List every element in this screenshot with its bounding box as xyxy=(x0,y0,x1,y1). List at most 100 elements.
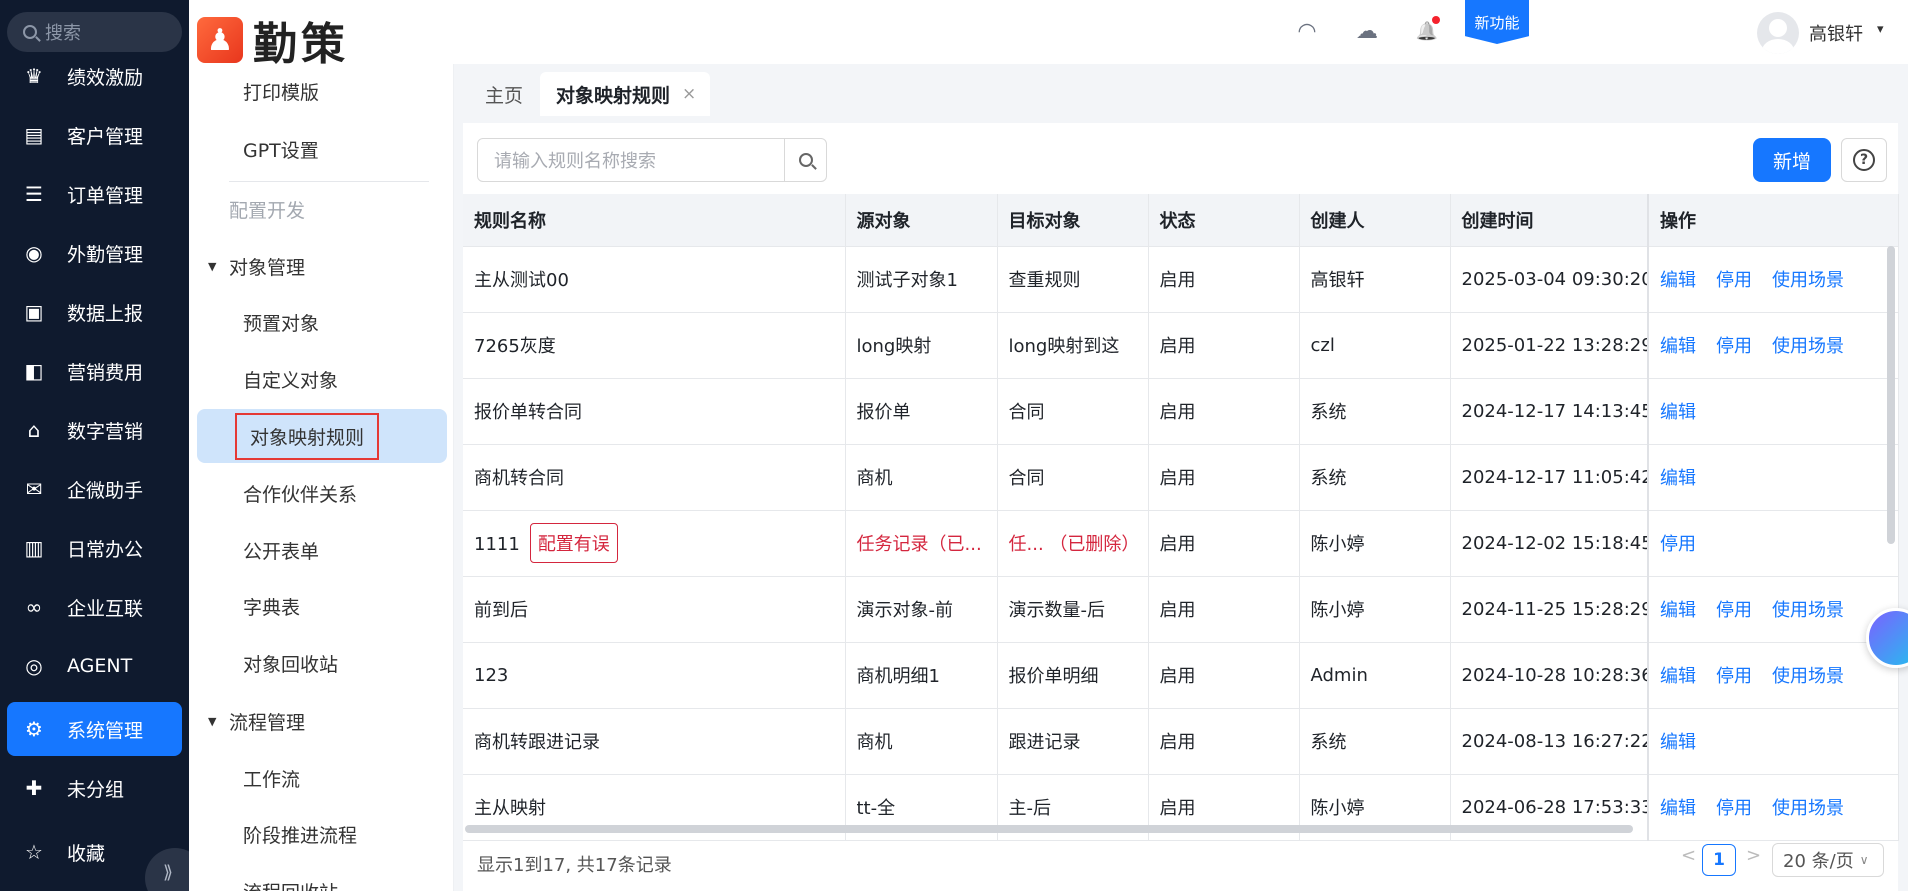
sidebar-search-placeholder: 搜索 xyxy=(45,23,81,44)
sidebar-item-label: 日常办公 xyxy=(67,538,144,561)
subnav-item-label: 自定义对象 xyxy=(243,369,339,392)
subnav-item-8[interactable]: 公开表单 xyxy=(189,523,453,577)
sidebar-item-8[interactable]: ▥ 日常办公 xyxy=(7,521,182,575)
config-error-badge[interactable]: 配置有误 xyxy=(529,523,618,563)
row-action-link[interactable]: 使用场景 xyxy=(1772,600,1844,621)
add-button[interactable]: 新增 xyxy=(1753,138,1831,182)
horizontal-scrollbar[interactable] xyxy=(465,825,1633,833)
table-row[interactable]: 7265灰度 long映射 long映射到这 启用 czl 2025-01-22 13:2… xyxy=(463,312,1899,379)
sidebar-item-3[interactable]: ◉ 外勤管理 xyxy=(7,226,182,280)
sidebar-item-6[interactable]: ⌂ 数字营销 xyxy=(7,403,182,457)
subnav-item-5[interactable]: 自定义对象 xyxy=(189,352,453,406)
subnav-item-3[interactable]: ▼ 对象管理 xyxy=(189,239,453,293)
sidebar-item-2[interactable]: ☰ 订单管理 xyxy=(7,167,182,221)
subnav-item-14[interactable]: 流程回收站 xyxy=(189,864,453,891)
subnav-item-label: 阶段推进流程 xyxy=(243,824,358,847)
row-action-link[interactable]: 编辑 xyxy=(1660,468,1696,489)
top-bar: ♟ 勤策 新功能 ◠ ☁ 🔔 高银轩 ▾ xyxy=(189,0,1908,70)
sidebar-search-input[interactable]: 搜索 xyxy=(7,12,182,52)
avatar[interactable] xyxy=(1757,12,1799,54)
table-row[interactable]: 前到后 演示对象-前 演示数量-后 启用 陈小婷 2024-11-25 15:28:29 编… xyxy=(463,576,1899,643)
subnav-item-4[interactable]: 预置对象 xyxy=(189,295,453,349)
sidebar-item-5[interactable]: ◧ 营销费用 xyxy=(7,344,182,398)
sidebar-item-7[interactable]: ✉ 企微助手 xyxy=(7,462,182,516)
row-action-link[interactable]: 编辑 xyxy=(1660,600,1696,621)
row-action-link[interactable]: 使用场景 xyxy=(1772,798,1844,819)
row-action-link[interactable]: 使用场景 xyxy=(1772,270,1844,291)
sidebar-item-11[interactable]: ⚙ 系统管理 xyxy=(7,702,182,756)
table-cell-status: 启用 xyxy=(1148,312,1300,379)
rule-search-input[interactable]: 请输入规则名称搜索 xyxy=(477,138,827,182)
chevron-down-icon[interactable]: ▾ xyxy=(1877,22,1884,37)
sidebar-item-10[interactable]: ◎ AGENT xyxy=(7,639,182,693)
cell-text: 合同 xyxy=(1008,402,1045,423)
subnav-item-0[interactable]: 打印模版 xyxy=(189,64,453,118)
search-button[interactable] xyxy=(784,139,826,181)
rules-table: 规则名称 源对象 目标对象 状态 创建人 创建时间 操作 主从测试00 测试子对象1 查重规则启… xyxy=(463,194,1899,841)
column-header: 规则名称 xyxy=(463,194,846,247)
cell-text: 任务记录（已... xyxy=(856,534,982,555)
rule-search-placeholder: 请输入规则名称搜索 xyxy=(494,151,656,172)
user-name[interactable]: 高银轩 xyxy=(1809,20,1863,46)
new-feature-badge[interactable]: 新功能 xyxy=(1465,0,1529,44)
row-action-link[interactable]: 使用场景 xyxy=(1772,336,1844,357)
table-row[interactable]: 123 商机明细1 报价单明细 启用 Admin 2024-10-28 10:28:36 编… xyxy=(463,642,1899,709)
cell-text: 报价单明细 xyxy=(1008,666,1099,687)
subnav-item-1[interactable]: GPT设置 xyxy=(189,122,453,176)
row-action-link[interactable]: 停用 xyxy=(1716,666,1752,687)
table-row[interactable]: 商机转跟进记录 商机 跟进记录 启用 系统 2024-08-13 16:27:22 编辑 xyxy=(463,708,1899,775)
row-action-link[interactable]: 停用 xyxy=(1716,798,1752,819)
help-button[interactable]: ? xyxy=(1841,138,1887,182)
subnav-item-label: 合作伙伴关系 xyxy=(243,483,358,506)
row-action-link[interactable]: 编辑 xyxy=(1660,402,1696,423)
headset-support-icon[interactable]: ◠ xyxy=(1292,16,1322,46)
row-action-link[interactable]: 使用场景 xyxy=(1772,666,1844,687)
vertical-scrollbar[interactable] xyxy=(1887,246,1895,544)
row-action-link[interactable]: 编辑 xyxy=(1660,798,1696,819)
notification-bell-icon[interactable]: 🔔 xyxy=(1412,16,1442,46)
close-icon[interactable]: × xyxy=(682,84,696,104)
tab-home[interactable]: 主页 xyxy=(485,72,523,116)
row-action-link[interactable]: 编辑 xyxy=(1660,270,1696,291)
row-action-link[interactable]: 编辑 xyxy=(1660,336,1696,357)
table-cell-creator: 陈小婷 xyxy=(1299,510,1451,577)
table-row[interactable]: 主从测试00 测试子对象1 查重规则 启用 高银轩 2025-03-04 09:30:20… xyxy=(463,246,1899,313)
column-header: 创建人 xyxy=(1299,194,1451,247)
row-action-link[interactable]: 编辑 xyxy=(1660,666,1696,687)
next-page-button[interactable]: > xyxy=(1746,845,1761,866)
subnav-item-10[interactable]: 对象回收站 xyxy=(189,636,453,690)
row-action-link[interactable]: 停用 xyxy=(1660,534,1696,555)
tab-object-mapping-rules[interactable]: 对象映射规则 × xyxy=(540,72,710,116)
table-cell-actions: 编辑 停用 使用场景 xyxy=(1647,246,1899,313)
prev-page-button[interactable]: < xyxy=(1681,845,1696,866)
table-row[interactable]: 报价单转合同 报价单 合同 启用 系统 2024-12-17 14:13:45 编辑 xyxy=(463,378,1899,445)
row-action-link[interactable]: 停用 xyxy=(1716,600,1752,621)
sidebar-item-label: 数据上报 xyxy=(67,302,144,325)
row-action-link[interactable]: 停用 xyxy=(1716,336,1752,357)
cell-text: long映射到这 xyxy=(1008,336,1120,357)
cell-text: tt-全 xyxy=(856,798,896,819)
subnav-item-6[interactable]: 对象映射规则 xyxy=(197,409,447,463)
table-header-row: 规则名称 源对象 目标对象 状态 创建人 创建时间 操作 xyxy=(463,194,1899,247)
row-action-link[interactable]: 停用 xyxy=(1716,270,1752,291)
table-cell-status: 启用 xyxy=(1148,378,1300,445)
table-row[interactable]: 商机转合同 商机 合同 启用 系统 2024-12-17 11:05:42 编辑 xyxy=(463,444,1899,511)
sidebar-item-4[interactable]: ▣ 数据上报 xyxy=(7,285,182,339)
cloud-download-icon[interactable]: ☁ xyxy=(1352,16,1382,46)
subnav-item-11[interactable]: ▼ 流程管理 xyxy=(189,694,453,748)
sidebar-item-1[interactable]: ▤ 客户管理 xyxy=(7,108,182,162)
subnav-item-9[interactable]: 字典表 xyxy=(189,579,453,633)
sidebar-item-12[interactable]: ✚ 未分组 xyxy=(7,761,182,815)
table-row[interactable]: 1111 配置有误 任务记录（已... 任... （已删除） 启用 陈小婷 2024-12-… xyxy=(463,510,1899,577)
page-number-button[interactable]: 1 xyxy=(1702,844,1736,876)
row-action-link[interactable]: 编辑 xyxy=(1660,732,1696,753)
page-size-select[interactable]: 20 条/页 ∨ xyxy=(1772,843,1884,877)
subnav-item-13[interactable]: 阶段推进流程 xyxy=(189,807,453,861)
table-cell-src: 任务记录（已... xyxy=(845,510,998,577)
subnav-item-7[interactable]: 合作伙伴关系 xyxy=(189,466,453,520)
cell-text: 启用 xyxy=(1159,468,1196,489)
sidebar-item-0[interactable]: ♛ 绩效激励 xyxy=(7,49,182,103)
table-cell-dst: 任... （已删除） xyxy=(997,510,1149,577)
sidebar-item-9[interactable]: ∞ 企业互联 xyxy=(7,580,182,634)
subnav-item-12[interactable]: 工作流 xyxy=(189,751,453,805)
